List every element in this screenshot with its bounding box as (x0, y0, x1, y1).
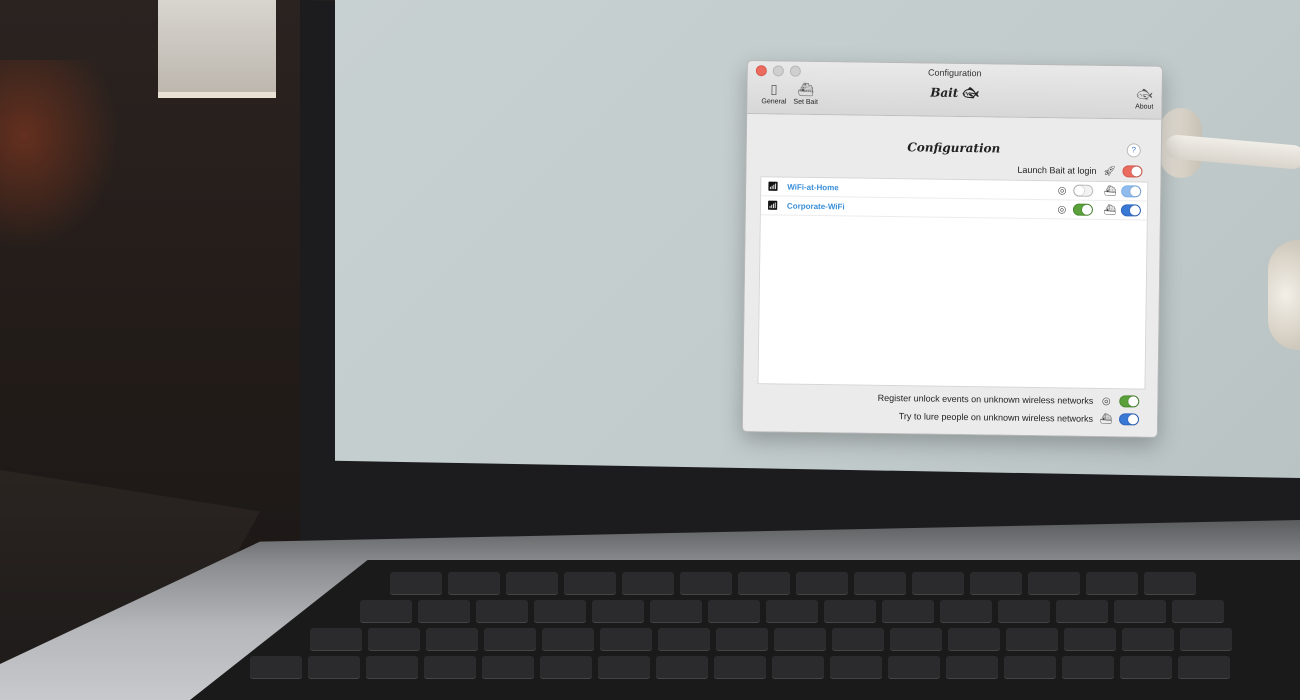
unlock-event-icon: ◎ (1057, 203, 1067, 215)
boat-icon: ⛴ (1099, 413, 1113, 425)
unlock-event-toggle[interactable] (1073, 184, 1094, 197)
network-ssid: Corporate-WiFi (786, 201, 845, 211)
boat-icon: ⛴ (1103, 204, 1117, 216)
register-unlock-toggle[interactable] (1119, 395, 1140, 408)
lure-people-toggle[interactable] (1118, 413, 1140, 426)
wifi-icon: 📶︎ (766, 199, 779, 210)
background-lamp-glow (0, 60, 120, 250)
configuration-window: Configuration ▯ General ⛴ Set Bait Bait 🐟… (741, 60, 1163, 438)
network-ssid: WiFi-at-Home (787, 182, 839, 192)
unlock-event-icon: ◎ (1057, 184, 1067, 196)
network-list: 📶︎ WiFi-at-Home ◎ ⛴ 📶︎ Corporate-WiFi ◎ (757, 176, 1149, 390)
help-button[interactable]: ? (1126, 143, 1141, 158)
toolbar-set-bait-label: Set Bait (793, 98, 818, 106)
unlock-event-icon: ◎ (1101, 395, 1111, 407)
app-brand-name: Bait (930, 85, 959, 100)
unlock-event-toggle[interactable] (1072, 203, 1094, 216)
window-titlebar: Configuration ▯ General ⛴ Set Bait Bait 🐟… (747, 61, 1162, 120)
background-lamp-head (1268, 240, 1300, 350)
toolbar-general-label: General (761, 98, 787, 106)
launch-at-login-toggle[interactable] (1122, 165, 1143, 178)
register-unlock-row: Register unlock events on unknown wirele… (878, 392, 1140, 408)
register-unlock-label: Register unlock events on unknown wirele… (877, 392, 1094, 406)
boat-icon: ⛴ (1103, 185, 1117, 197)
page-title: Configuration (907, 140, 1001, 156)
fish-icon: 🐟︎ (1136, 86, 1153, 102)
background-shelf-box (158, 0, 276, 98)
toolbar-about-label: About (1135, 103, 1154, 111)
toolbar-about-button[interactable]: 🐟︎ About (1135, 86, 1154, 110)
laptop-keyboard (190, 560, 1300, 700)
lure-toggle[interactable] (1120, 204, 1142, 217)
rocket-icon: 🚀︎ (1103, 165, 1116, 177)
window-title: Configuration (927, 67, 982, 79)
launch-at-login-label: Launch Bait at login (1017, 164, 1097, 176)
launch-at-login-row: Launch Bait at login 🚀︎ (1017, 164, 1143, 178)
wifi-icon: 📶︎ (767, 180, 779, 191)
window-content: Configuration ? Launch Bait at login 🚀︎ … (742, 114, 1162, 438)
lure-people-label: Try to lure people on unknown wireless n… (898, 411, 1094, 424)
lure-toggle[interactable] (1121, 185, 1142, 198)
list-item[interactable]: 📶︎ Corporate-WiFi ◎ ⛴ (760, 196, 1148, 221)
fish-icon: 🐟︎ (962, 86, 979, 102)
lure-people-row: Try to lure people on unknown wireless n… (898, 410, 1140, 426)
